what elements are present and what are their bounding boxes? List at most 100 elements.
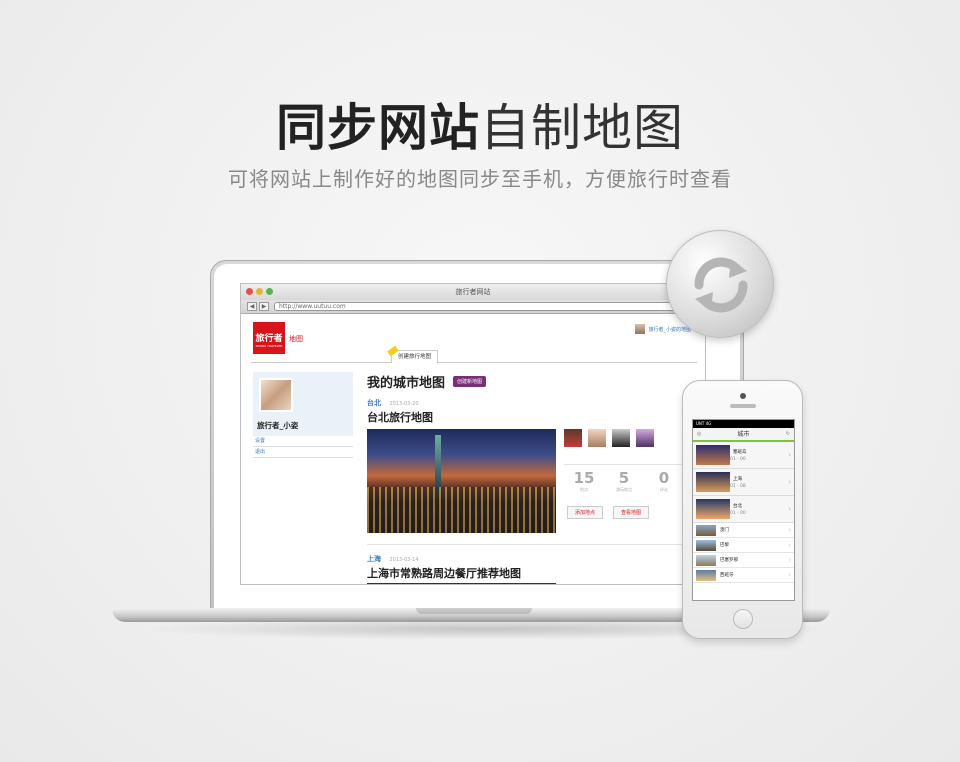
city-list-item[interactable]: 西班牙 › — [693, 568, 794, 583]
browser-toolbar: ◀ ▶ http://www.uutuu.com — [241, 300, 705, 314]
phone-header-title: 城市 — [737, 431, 750, 438]
map-entry-shanghai: 上海 2013-03-14 上海市常熟路周边餐厅推荐地图 — [367, 554, 521, 581]
phone-screen: UNT 4G ◎ 城市 ↻ 塞班岛 01 · 00 › 上海 01 · 08 › — [692, 419, 795, 601]
count-a: 01 — [730, 483, 736, 489]
home-button[interactable] — [733, 609, 753, 629]
map-city-name: 上海 — [367, 555, 381, 563]
tab-create-map[interactable]: 创建旅行地图 — [387, 345, 439, 363]
zoom-window-button[interactable] — [266, 288, 273, 295]
taipei-photo[interactable] — [367, 429, 556, 533]
page-title-text: 我的城市地图 — [367, 376, 446, 391]
stat-visited-num: 5 — [618, 469, 630, 487]
count-b: 08 — [740, 483, 746, 489]
count-a: 01 — [730, 456, 736, 462]
city-row[interactable]: 塞班岛 01 · 00 › — [693, 442, 794, 469]
city-list-item[interactable]: 澳门 › — [693, 523, 794, 538]
tab-create-map-label: 创建旅行地图 — [398, 354, 432, 360]
city-thumb — [696, 539, 716, 551]
stat-places-num: 15 — [573, 469, 595, 487]
city-thumb — [696, 554, 716, 566]
laptop-notch — [416, 608, 532, 614]
city-counts: 01 · 00 — [730, 510, 746, 516]
city-name: 巴塞罗那 — [720, 558, 738, 563]
map-city-shanghai[interactable]: 上海 2013-03-14 — [367, 554, 521, 564]
city-name: 台北 — [733, 503, 742, 509]
top-user-link[interactable]: 旅行者_小姿的地图 — [635, 324, 691, 334]
site-logo[interactable]: 旅行者 BOOKS TRAVELER — [253, 322, 285, 354]
map-city-taipei[interactable]: 台北 2013-03-20 — [367, 398, 687, 408]
hero-title-bold: 同步网站 — [276, 99, 480, 157]
map-separator — [367, 544, 687, 545]
location-icon[interactable]: ◎ — [697, 428, 701, 441]
page-title: 我的城市地图 创建新地图 — [367, 372, 687, 391]
window-controls — [246, 288, 273, 295]
profile-avatar[interactable] — [259, 378, 293, 412]
minimize-window-button[interactable] — [256, 288, 263, 295]
create-new-map-button[interactable]: 创建新地图 — [453, 376, 487, 387]
profile-card: 旅行者_小姿 — [253, 372, 353, 436]
nav-map-link[interactable]: 地图 — [289, 334, 303, 344]
view-map-button[interactable]: 查看地图 — [613, 506, 650, 519]
collaborator-avatar[interactable] — [612, 429, 630, 447]
main-content: 我的城市地图 创建新地图 台北 2013-03-20 台北旅行地图 15 地点 … — [367, 372, 687, 584]
chevron-right-icon: › — [788, 571, 791, 579]
stat-places: 15 地点 — [564, 469, 604, 493]
profile-sidebar: 旅行者_小姿 设置 退出 — [253, 372, 353, 492]
top-user-name: 旅行者_小姿的地图 — [648, 326, 691, 333]
map-date: 2013-03-20 — [389, 401, 419, 407]
city-thumb — [696, 499, 730, 519]
map-actions: 添加地点 查看地图 — [567, 506, 650, 519]
refresh-icon[interactable]: ↻ — [786, 428, 790, 441]
shanghai-photo[interactable] — [367, 583, 556, 584]
site-logo-text: 旅行者 — [255, 334, 283, 344]
collaborator-avatar[interactable] — [564, 429, 582, 447]
chevron-right-icon: › — [788, 541, 791, 549]
address-bar[interactable]: http://www.uutuu.com — [274, 302, 694, 311]
chevron-right-icon: › — [788, 478, 791, 486]
count-b: 00 — [740, 510, 746, 516]
phone-status-bar: UNT 4G — [693, 420, 794, 428]
logout-link[interactable]: 退出 — [253, 447, 353, 458]
city-thumb — [696, 472, 730, 492]
chevron-right-icon: › — [788, 451, 791, 459]
site-logo-sub: BOOKS TRAVELER — [255, 344, 283, 348]
forward-button[interactable]: ▶ — [259, 302, 269, 311]
web-page: 旅行者 BOOKS TRAVELER 地图 旅行者_小姿的地图 创建旅行地图 旅… — [241, 314, 705, 584]
front-camera — [740, 393, 746, 399]
settings-link[interactable]: 设置 — [253, 436, 353, 447]
collaborator-avatar[interactable] — [636, 429, 654, 447]
city-counts: 01 · 08 — [730, 483, 746, 489]
add-place-button[interactable]: 添加地点 — [567, 506, 604, 519]
city-lights — [367, 487, 556, 533]
city-name: 塞班岛 — [733, 449, 747, 455]
phone-header: ◎ 城市 ↻ — [693, 428, 794, 442]
city-thumb — [696, 445, 730, 465]
profile-name[interactable]: 旅行者_小姿 — [257, 420, 298, 431]
stat-comments: 0 评论 — [644, 469, 684, 493]
city-list-item[interactable]: 巴黎 › — [693, 538, 794, 553]
city-counts: 01 · 00 — [730, 456, 746, 462]
chevron-right-icon: › — [788, 505, 791, 513]
earpiece — [730, 404, 756, 408]
hero-subtitle: 可将网站上制作好的地图同步至手机，方便旅行时查看 — [228, 167, 732, 191]
city-name: 澳门 — [720, 528, 729, 533]
count-b: 00 — [740, 456, 746, 462]
close-window-button[interactable] — [246, 288, 253, 295]
window-title: 旅行者网站 — [455, 288, 491, 296]
city-name: 上海 — [733, 476, 742, 482]
back-button[interactable]: ◀ — [247, 302, 257, 311]
map-title-taipei[interactable]: 台北旅行地图 — [367, 409, 687, 425]
map-stats: 15 地点 5 游玩地点 0 评论 — [564, 464, 684, 493]
city-thumb — [696, 569, 716, 581]
hero-title-light: 自制地图 — [480, 99, 684, 157]
browser-window: 旅行者网站 ◀ ▶ http://www.uutuu.com 旅行者 BOOKS… — [240, 283, 706, 585]
stat-comments-num: 0 — [658, 469, 670, 487]
map-title-shanghai[interactable]: 上海市常熟路周边餐厅推荐地图 — [367, 565, 521, 581]
city-list-item[interactable]: 巴塞罗那 › — [693, 553, 794, 568]
collaborator-avatar[interactable] — [588, 429, 606, 447]
stat-visited: 5 游玩地点 — [604, 469, 644, 493]
map-date: 2013-03-14 — [389, 557, 419, 563]
city-row[interactable]: 上海 01 · 08 › — [693, 469, 794, 496]
city-row[interactable]: 台北 01 · 00 › — [693, 496, 794, 523]
sync-icon — [694, 257, 748, 313]
